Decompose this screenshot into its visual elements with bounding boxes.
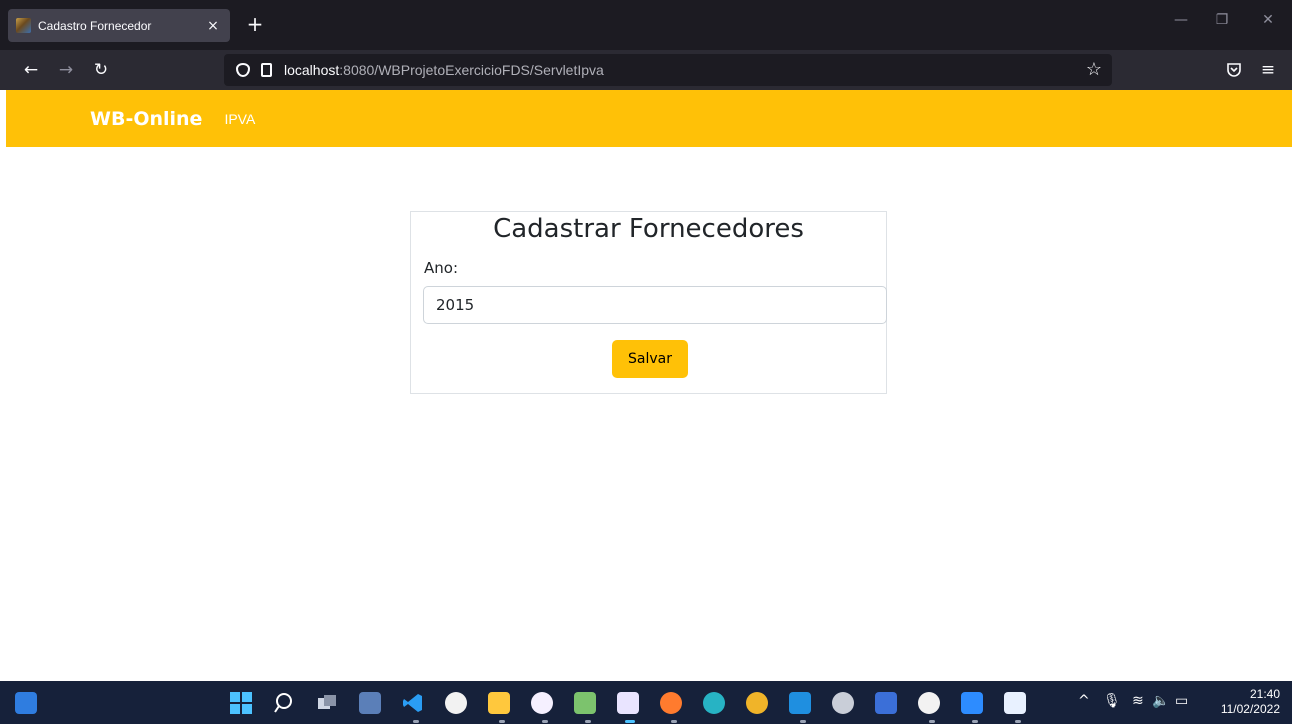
microphone-icon[interactable]: 🎙 <box>1103 693 1121 709</box>
running-indicator <box>972 720 978 723</box>
libreoffice-icon[interactable] <box>1004 692 1026 714</box>
mail-icon[interactable] <box>789 692 811 714</box>
store-icon[interactable] <box>875 692 897 714</box>
eclipse-icon[interactable] <box>531 692 553 714</box>
clock-time: 21:40 <box>1249 687 1280 701</box>
taskbar: ^ 🎙 ≋ 🔈 ▭ 21:40 11/02/2022 <box>0 681 1292 724</box>
browser-navbar: ← → ↻ localhost:8080/WBProjetoExercicioF… <box>0 50 1292 90</box>
pocket-icon[interactable] <box>1222 58 1246 82</box>
menu-icon[interactable]: ≡ <box>1256 58 1280 82</box>
new-tab-icon[interactable]: + <box>245 12 265 36</box>
url-bar[interactable]: localhost:8080/WBProjetoExercicioFDS/Ser… <box>224 54 1112 86</box>
firefox-icon[interactable] <box>660 692 682 714</box>
vs-icon[interactable] <box>359 692 381 714</box>
back-icon[interactable]: ← <box>19 58 43 82</box>
search-icon[interactable] <box>273 692 295 714</box>
start-icon[interactable] <box>230 692 252 714</box>
settings-icon[interactable] <box>832 692 854 714</box>
running-indicator <box>671 720 677 723</box>
volume-icon[interactable]: 🔈 <box>1152 693 1169 709</box>
tab-title: Cadastro Fornecedor <box>38 18 152 33</box>
running-indicator <box>585 720 591 723</box>
wifi-icon[interactable]: ≋ <box>1132 693 1144 709</box>
site-favicon-icon <box>16 18 31 33</box>
close-tab-icon[interactable]: × <box>204 18 222 34</box>
bookmark-star-icon[interactable]: ☆ <box>1086 59 1102 80</box>
file-explorer-icon[interactable] <box>488 692 510 714</box>
ano-input[interactable] <box>423 286 887 324</box>
edge-icon[interactable] <box>703 692 725 714</box>
restore-icon[interactable]: ❐ <box>1212 12 1232 28</box>
running-indicator <box>542 720 548 723</box>
snipping-tool-icon[interactable] <box>617 692 639 714</box>
minimize-icon[interactable]: — <box>1171 12 1191 28</box>
browser-tabbar: Cadastro Fornecedor × + — ❐ ✕ <box>0 0 1292 50</box>
running-indicator <box>413 720 419 723</box>
form-title: Cadastrar Fornecedores <box>493 214 804 244</box>
widgets-icon[interactable] <box>15 692 37 714</box>
reload-icon[interactable]: ↻ <box>89 58 113 82</box>
tracking-shield-icon[interactable] <box>236 63 250 77</box>
clock-date: 11/02/2022 <box>1220 702 1280 716</box>
brand-link[interactable]: WB-Online <box>90 108 202 130</box>
task-view-icon[interactable] <box>316 692 338 714</box>
vscode-icon[interactable] <box>402 692 424 714</box>
running-indicator <box>929 720 935 723</box>
page-info-icon[interactable] <box>261 63 272 77</box>
zoom-icon[interactable] <box>961 692 983 714</box>
forward-icon[interactable]: → <box>54 58 78 82</box>
browser-tab[interactable]: Cadastro Fornecedor × <box>8 9 230 42</box>
chevron-up-icon[interactable]: ^ <box>1078 693 1090 709</box>
chrome-icon[interactable] <box>746 692 768 714</box>
github-desktop-icon[interactable] <box>918 692 940 714</box>
close-window-icon[interactable]: ✕ <box>1258 12 1278 28</box>
form-card: Cadastrar Fornecedores Ano: Salvar <box>410 211 887 394</box>
battery-icon[interactable]: ▭ <box>1175 693 1188 709</box>
github-icon[interactable] <box>445 692 467 714</box>
save-button[interactable]: Salvar <box>612 340 688 378</box>
running-indicator <box>499 720 505 723</box>
running-indicator <box>800 720 806 723</box>
active-indicator <box>625 720 635 723</box>
notepad-icon[interactable] <box>574 692 596 714</box>
ano-label: Ano: <box>424 259 458 277</box>
running-indicator <box>1015 720 1021 723</box>
system-clock[interactable]: 21:40 11/02/2022 <box>1221 687 1280 717</box>
nav-link-ipva[interactable]: IPVA <box>224 111 255 127</box>
url-text[interactable]: localhost:8080/WBProjetoExercicioFDS/Ser… <box>284 62 604 78</box>
site-navbar: WB-Online IPVA <box>6 90 1292 147</box>
